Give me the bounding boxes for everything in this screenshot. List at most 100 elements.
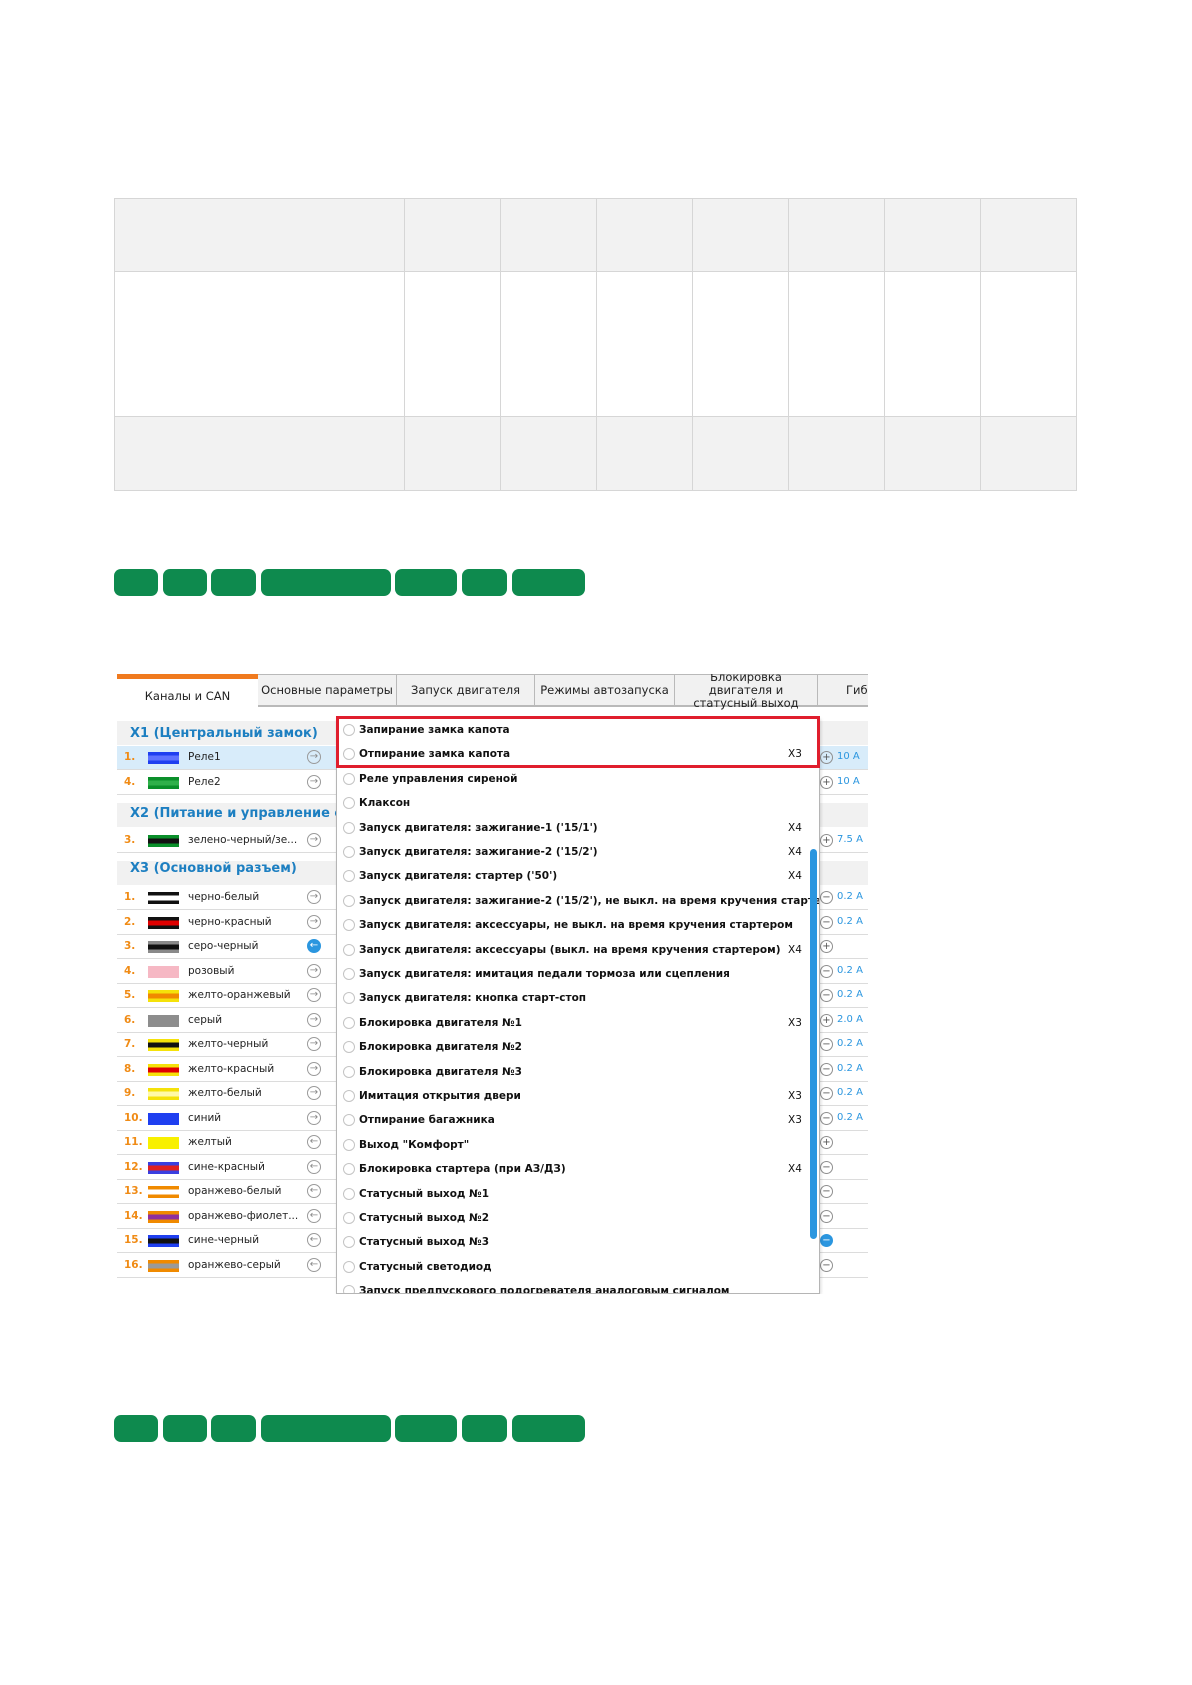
radio-circle-icon[interactable] (343, 1041, 355, 1054)
radio-circle-icon[interactable] (343, 919, 355, 932)
plus-polarity-icon[interactable]: + (820, 751, 833, 764)
input-arrow-icon[interactable]: ← (307, 1135, 321, 1149)
input-arrow-icon[interactable]: ← (307, 1184, 321, 1198)
plus-polarity-icon[interactable]: + (820, 940, 833, 953)
dropdown-option[interactable]: Реле управления сиреной (337, 768, 819, 792)
dropdown-option[interactable]: Статусный выход №2 (337, 1207, 819, 1231)
radio-circle-icon[interactable] (343, 1212, 355, 1224)
function-dropdown[interactable]: Запирание замка капота Отпирание замка ка… (336, 718, 820, 1294)
radio-circle-icon[interactable] (343, 1138, 355, 1151)
minus-polarity-icon[interactable]: − (820, 1160, 833, 1174)
dropdown-option[interactable]: Статусный выход №1 (337, 1183, 819, 1207)
minus-polarity-icon[interactable]: − (820, 1258, 833, 1272)
minus-polarity-icon[interactable]: − (820, 989, 833, 1002)
minus-polarity-icon[interactable]: − (820, 1234, 833, 1247)
dropdown-option[interactable]: Блокировка двигателя №2 (337, 1036, 819, 1060)
output-arrow-icon[interactable]: → (307, 1110, 321, 1125)
output-arrow-icon[interactable]: → (307, 1037, 321, 1051)
minus-polarity-icon[interactable]: − (820, 1062, 833, 1076)
dropdown-option[interactable]: Запуск двигателя: зажигание-2 ('15/2'), … (337, 890, 819, 914)
minus-polarity-icon[interactable]: − (820, 891, 833, 904)
tab-main-params[interactable]: Основные параметры (258, 674, 397, 706)
radio-circle-icon[interactable] (343, 821, 355, 834)
radio-circle-icon[interactable] (343, 894, 355, 907)
minus-polarity-icon[interactable]: − (820, 1185, 833, 1198)
radio-circle-icon[interactable] (343, 797, 355, 810)
dropdown-option[interactable]: Блокировка стартера (при АЗ/ДЗ) X4 (337, 1158, 819, 1182)
plus-polarity-icon[interactable]: + (820, 1136, 833, 1149)
dropdown-option[interactable]: Отпирание багажника X3 (337, 1109, 819, 1133)
input-arrow-icon[interactable]: ← (307, 1233, 321, 1247)
wire-name: желтый (188, 1136, 232, 1148)
dropdown-option[interactable]: Блокировка двигателя №1 X3 (337, 1012, 819, 1036)
output-arrow-icon[interactable]: → (307, 1061, 321, 1076)
dropdown-option[interactable]: Запуск двигателя: зажигание-2 ('15/2') X4 (337, 841, 819, 865)
minus-polarity-icon[interactable]: − (820, 1038, 833, 1051)
plus-polarity-icon[interactable]: + (820, 1013, 833, 1027)
wire-name: желто-оранжевый (188, 989, 291, 1001)
output-arrow-icon[interactable]: → (307, 774, 321, 789)
radio-circle-icon[interactable] (343, 1260, 355, 1273)
radio-circle-icon[interactable] (343, 1163, 355, 1176)
tab-flexible[interactable]: Гибкая (818, 674, 868, 706)
output-arrow-icon[interactable]: → (307, 750, 321, 764)
radio-circle-icon[interactable] (343, 772, 355, 785)
dropdown-option[interactable]: Клаксон (337, 792, 819, 816)
tab-engine-start[interactable]: Запуск двигателя (397, 674, 535, 706)
radio-circle-icon[interactable] (343, 968, 355, 980)
output-arrow-icon[interactable]: → (307, 833, 321, 847)
dropdown-option[interactable]: Блокировка двигателя №3 (337, 1061, 819, 1085)
plus-polarity-icon[interactable]: + (820, 834, 833, 847)
dropdown-option[interactable]: Запуск двигателя: аксессуары, не выкл. н… (337, 914, 819, 938)
minus-polarity-icon[interactable]: − (820, 915, 833, 929)
dropdown-option[interactable]: Запуск двигателя: аксессуары (выкл. на в… (337, 939, 819, 963)
wire-color-swatch (148, 835, 179, 847)
input-arrow-icon[interactable]: ← (307, 1208, 321, 1223)
output-arrow-icon[interactable]: → (307, 963, 321, 978)
minus-polarity-icon[interactable]: − (820, 1111, 833, 1125)
dropdown-option[interactable]: Запуск двигателя: зажигание-1 ('15/1') X4 (337, 817, 819, 841)
tab-engine-block[interactable]: Блокировка двигателя и статусный выход (675, 674, 818, 709)
radio-circle-icon[interactable] (343, 1187, 355, 1200)
dropdown-option[interactable]: Имитация открытия двери X3 (337, 1085, 819, 1109)
radio-circle-icon[interactable] (343, 1285, 355, 1293)
radio-circle-icon[interactable] (343, 748, 355, 761)
plus-polarity-icon[interactable]: + (820, 775, 833, 789)
radio-circle-icon[interactable] (343, 870, 355, 883)
radio-circle-icon[interactable] (343, 846, 355, 858)
output-arrow-icon[interactable]: → (307, 914, 321, 929)
output-arrow-icon[interactable]: → (307, 890, 321, 904)
tab-autostart-modes[interactable]: Режимы автозапуска (535, 674, 675, 706)
option-label: Реле управления сиреной (359, 772, 518, 785)
minus-polarity-icon[interactable]: − (820, 1209, 833, 1223)
dropdown-option[interactable]: Отпирание замка капота X3 (337, 743, 819, 767)
dropdown-option[interactable]: Запуск двигателя: имитация педали тормоз… (337, 963, 819, 987)
green-pill (163, 1415, 207, 1442)
radio-circle-icon[interactable] (343, 1114, 355, 1127)
dropdown-option[interactable]: Статусный выход №3 (337, 1231, 819, 1255)
dropdown-option[interactable]: Статусный светодиод (337, 1256, 819, 1280)
output-arrow-icon[interactable]: → (307, 1086, 321, 1100)
minus-polarity-icon[interactable]: − (820, 964, 833, 978)
output-arrow-icon[interactable]: → (307, 1012, 321, 1027)
radio-circle-icon[interactable] (343, 992, 355, 1005)
dropdown-scrollbar[interactable] (810, 849, 817, 1239)
radio-circle-icon[interactable] (343, 1236, 355, 1249)
dropdown-option[interactable]: Запуск двигателя: стартер ('50') X4 (337, 865, 819, 889)
input-arrow-icon[interactable]: ← (307, 1159, 321, 1174)
dropdown-option[interactable]: Запуск предпускового подогревателя анало… (337, 1280, 819, 1293)
radio-circle-icon[interactable] (343, 943, 355, 956)
tab-channels-can[interactable]: Каналы и CAN (117, 674, 258, 721)
dropdown-option[interactable]: Выход "Комфорт" (337, 1134, 819, 1158)
dropdown-option[interactable]: Запуск двигателя: кнопка старт-стоп (337, 987, 819, 1011)
radio-circle-icon[interactable] (343, 724, 355, 736)
output-arrow-icon[interactable]: → (307, 988, 321, 1002)
radio-circle-icon[interactable] (343, 1065, 355, 1078)
radio-circle-icon[interactable] (343, 1090, 355, 1102)
input-arrow-icon[interactable]: ← (307, 1257, 321, 1272)
dropdown-option[interactable]: Запирание замка капота (337, 719, 819, 743)
green-pill (395, 1415, 457, 1442)
input-arrow-icon[interactable]: ← (307, 939, 321, 953)
minus-polarity-icon[interactable]: − (820, 1087, 833, 1100)
radio-circle-icon[interactable] (343, 1016, 355, 1029)
